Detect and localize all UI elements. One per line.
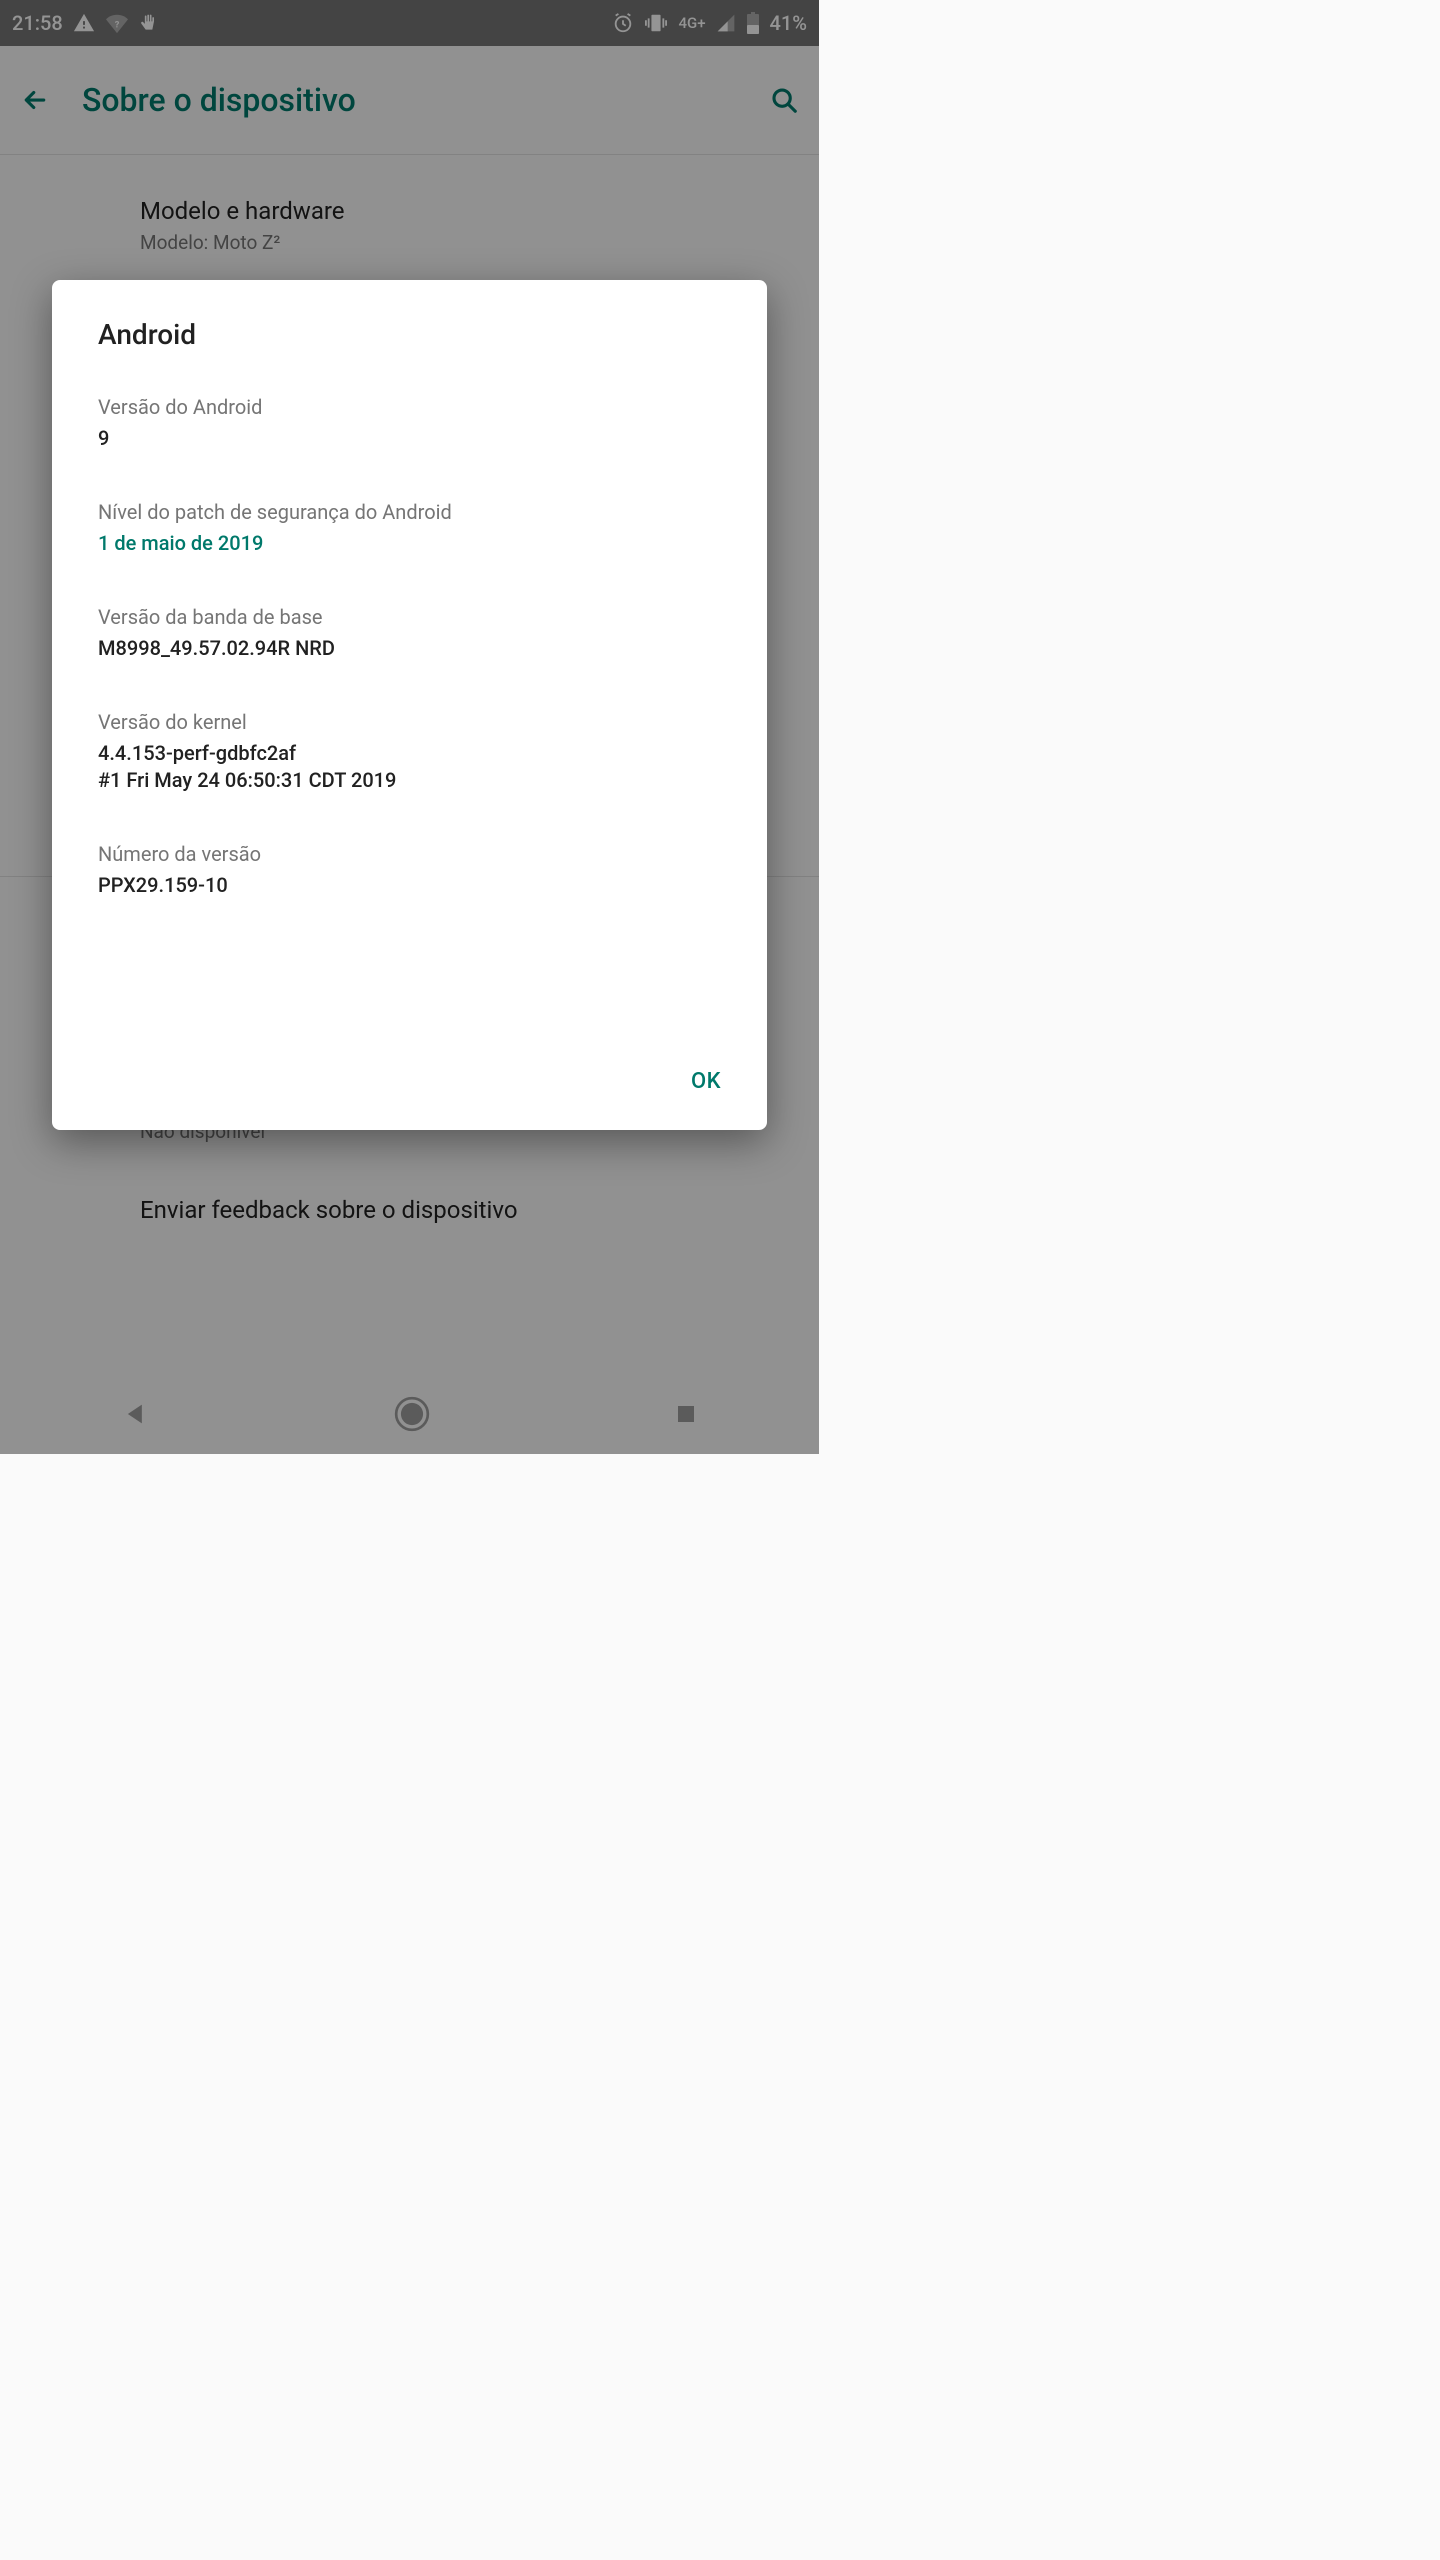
item-value: 1 de maio de 2019: [98, 530, 721, 557]
dialog-item-security-patch[interactable]: Nível do patch de segurança do Android 1…: [98, 500, 721, 557]
dialog-item-baseband[interactable]: Versão da banda de base M8998_49.57.02.9…: [98, 605, 721, 662]
dialog-item-android-version[interactable]: Versão do Android 9: [98, 395, 721, 452]
dialog-title: Android: [98, 318, 721, 351]
item-label: Versão do Android: [98, 395, 721, 419]
item-label: Número da versão: [98, 842, 721, 866]
item-value: 9: [98, 425, 721, 452]
item-value: 4.4.153-perf-gdbfc2af #1 Fri May 24 06:5…: [98, 740, 721, 794]
android-version-dialog: Android Versão do Android 9 Nível do pat…: [52, 280, 767, 1130]
ok-button[interactable]: OK: [673, 1059, 739, 1104]
item-value: PPX29.159-10: [98, 872, 721, 899]
dialog-item-kernel[interactable]: Versão do kernel 4.4.153-perf-gdbfc2af #…: [98, 710, 721, 794]
item-value: M8998_49.57.02.94R NRD: [98, 635, 721, 662]
item-label: Versão do kernel: [98, 710, 721, 734]
item-label: Versão da banda de base: [98, 605, 721, 629]
dialog-item-build[interactable]: Número da versão PPX29.159-10: [98, 842, 721, 899]
item-label: Nível do patch de segurança do Android: [98, 500, 721, 524]
